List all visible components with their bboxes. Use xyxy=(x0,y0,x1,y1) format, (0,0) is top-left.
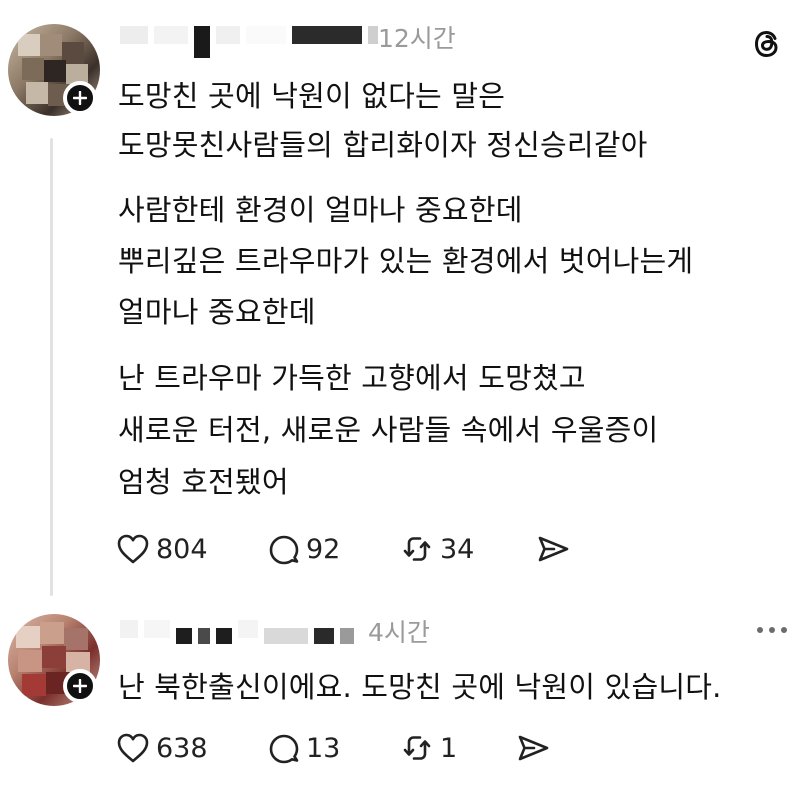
comment-icon xyxy=(269,535,299,565)
threads-logo-icon[interactable] xyxy=(749,26,785,62)
comment-count: 92 xyxy=(306,533,341,565)
comment-icon xyxy=(269,734,299,764)
comment-button[interactable]: 92 xyxy=(268,533,400,565)
repost-icon xyxy=(403,537,431,561)
post-actions: 804 92 34 xyxy=(116,533,570,565)
comment-count: 13 xyxy=(306,732,341,764)
like-count: 638 xyxy=(156,732,208,764)
post-timestamp: 12시간 xyxy=(378,24,456,53)
post-text-line: 얼마나 중요한데 xyxy=(118,295,316,329)
more-options-icon[interactable] xyxy=(757,620,793,640)
comment-button[interactable]: 13 xyxy=(268,732,400,764)
post-actions: 638 13 1 xyxy=(116,732,550,764)
username[interactable] xyxy=(120,616,354,644)
like-button[interactable]: 638 xyxy=(116,732,268,764)
username[interactable] xyxy=(120,22,378,58)
post-text-line: 도망못친사람들의 합리화이자 정신승리같아 xyxy=(118,128,648,162)
post-text-line: 난 북한출신이에요. 도망친 곳에 낙원이 있습니다. xyxy=(118,670,722,704)
share-button[interactable] xyxy=(536,533,570,565)
repost-count: 1 xyxy=(440,732,458,764)
thread-connector-line xyxy=(50,138,53,596)
heart-icon xyxy=(117,733,149,763)
repost-icon xyxy=(403,736,431,760)
heart-icon xyxy=(117,534,149,564)
post-timestamp: 4시간 xyxy=(368,618,430,647)
like-button[interactable]: 804 xyxy=(116,533,268,565)
share-icon xyxy=(538,536,569,562)
share-icon xyxy=(518,735,549,761)
follow-badge[interactable] xyxy=(63,81,97,115)
post-text-line: 난 트라우마 가득한 고향에서 도망쳤고 xyxy=(118,361,586,395)
post-text-line: 엄청 호전됐어 xyxy=(118,465,289,499)
plus-icon xyxy=(73,91,87,105)
share-button[interactable] xyxy=(516,732,550,764)
thread-post: 12시간 도망친 곳에 낙원이 없다는 말은 도망못친사람들의 합리화이자 정신… xyxy=(0,0,800,600)
follow-badge[interactable] xyxy=(63,669,97,703)
post-text-line: 사람한테 환경이 얼마나 중요한데 xyxy=(118,193,523,227)
like-count: 804 xyxy=(156,533,208,565)
repost-button[interactable]: 34 xyxy=(400,533,536,565)
repost-count: 34 xyxy=(440,533,475,565)
repost-button[interactable]: 1 xyxy=(400,732,516,764)
post-text-line: 도망친 곳에 낙원이 없다는 말은 xyxy=(118,79,506,113)
plus-icon xyxy=(73,679,87,693)
post-text-line: 뿌리깊은 트라우마가 있는 환경에서 벗어나는게 xyxy=(118,244,694,278)
post-text-line: 새로운 터전, 새로운 사람들 속에서 우울증이 xyxy=(118,413,659,447)
